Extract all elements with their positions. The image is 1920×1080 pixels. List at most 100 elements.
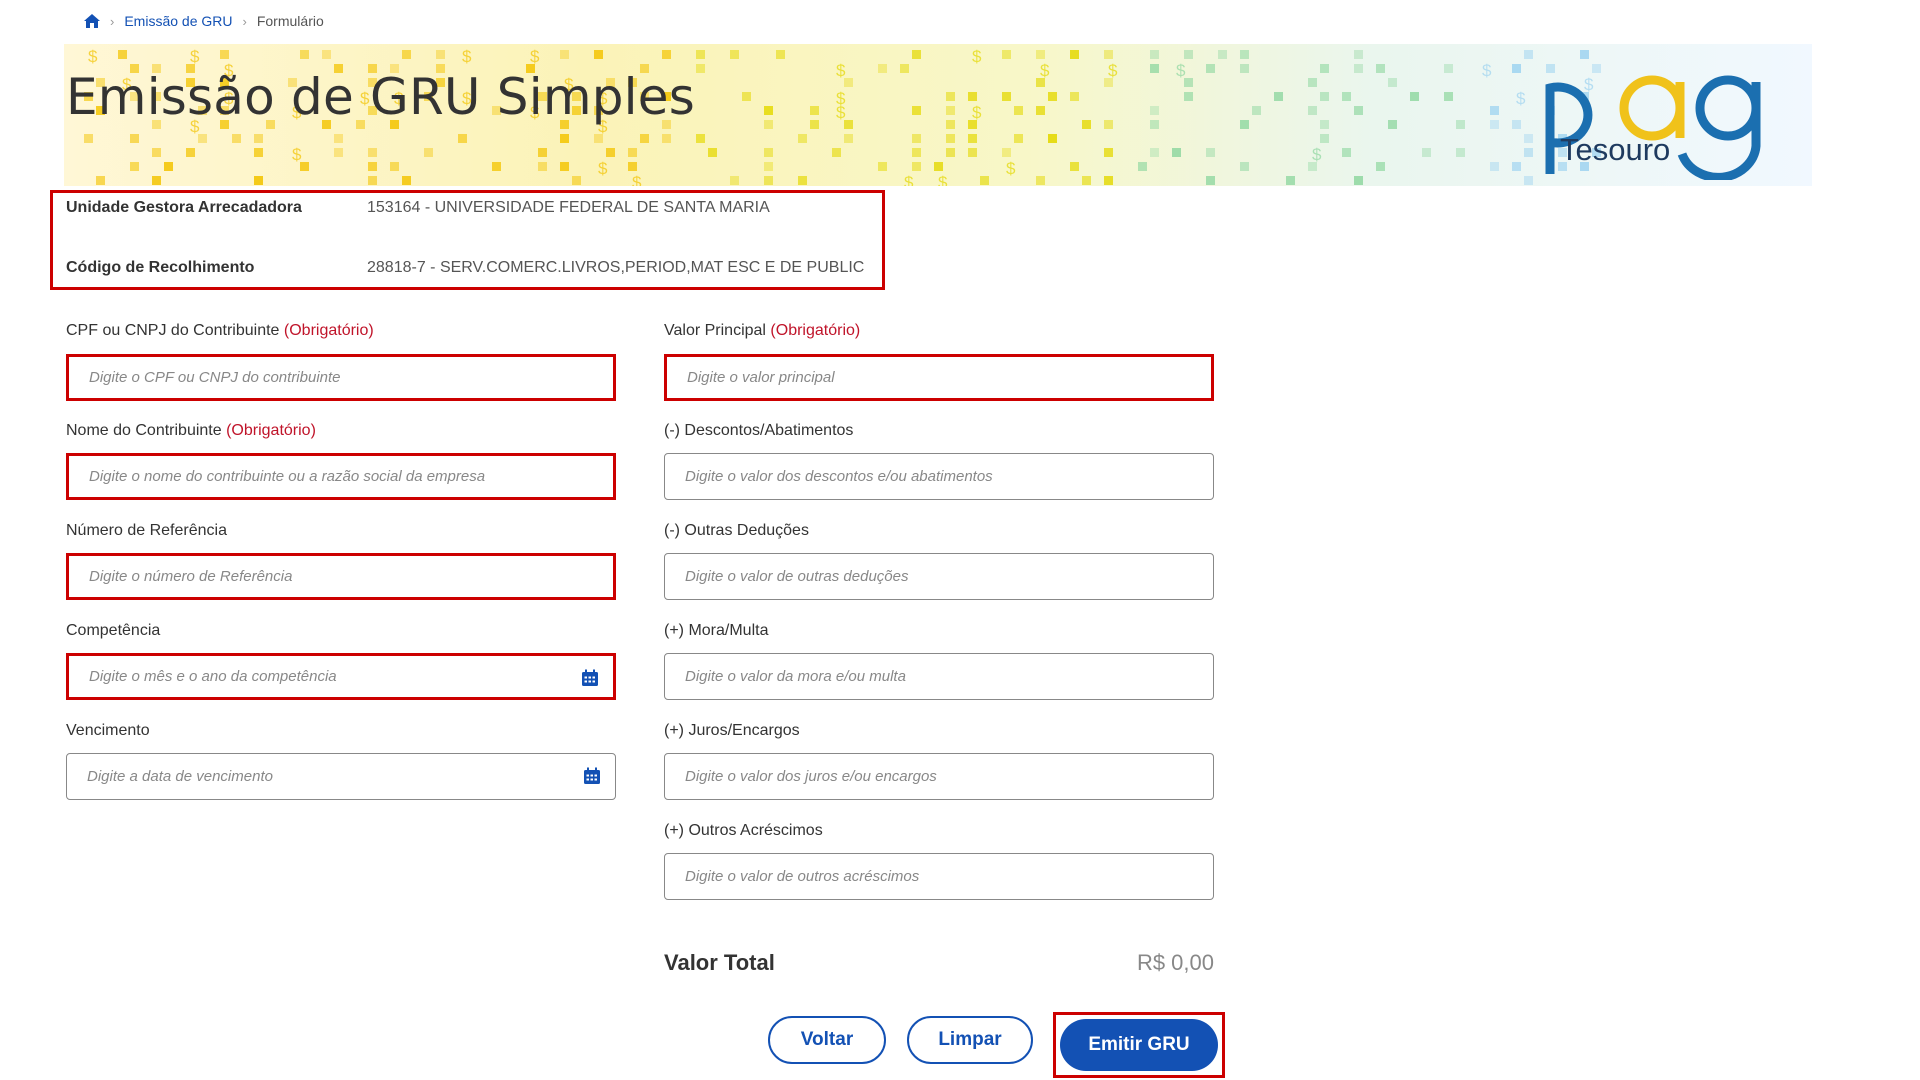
juros-encargos-input[interactable]: Digite o valor dos juros e/ou encargos xyxy=(664,753,1214,800)
banner-square xyxy=(1308,106,1317,115)
banner-square xyxy=(968,148,977,157)
breadcrumb-link-emissao[interactable]: Emissão de GRU xyxy=(124,13,232,29)
banner-square xyxy=(1320,120,1329,129)
nome-label: Nome do Contribuinte (Obrigatório) xyxy=(66,422,316,439)
banner-square xyxy=(946,120,955,129)
banner-square xyxy=(1104,148,1113,157)
banner-square xyxy=(1456,120,1465,129)
banner-square xyxy=(968,92,977,101)
banner-square xyxy=(798,134,807,143)
banner-square xyxy=(844,120,853,129)
calendar-icon[interactable] xyxy=(581,669,599,687)
banner-square xyxy=(1524,176,1533,185)
banner-square xyxy=(96,176,105,185)
page-title: Emissão de GRU Simples xyxy=(66,68,695,126)
outros-acrescimos-input[interactable]: Digite o valor de outros acréscimos xyxy=(664,853,1214,900)
numero-referencia-input[interactable]: Digite o número de Referência xyxy=(66,553,616,600)
banner-square xyxy=(900,64,909,73)
banner-square xyxy=(1490,120,1499,129)
banner-dollar-sign: $ xyxy=(1312,145,1322,164)
banner-square xyxy=(1184,92,1193,101)
banner-square xyxy=(832,148,841,157)
banner-dollar-sign: $ xyxy=(632,173,642,186)
valor-principal-label: Valor Principal (Obrigatório) xyxy=(664,322,861,339)
banner-square xyxy=(912,148,921,157)
juros-encargos-label: (+) Juros/Encargos xyxy=(664,722,800,739)
competencia-input[interactable]: Digite o mês e o ano da competência xyxy=(66,653,616,700)
calendar-icon[interactable] xyxy=(583,767,601,785)
banner-square xyxy=(662,134,671,143)
banner-square xyxy=(118,50,127,59)
banner-square xyxy=(844,134,853,143)
banner-square xyxy=(696,64,705,73)
banner-square xyxy=(368,162,377,171)
banner-square xyxy=(254,134,263,143)
banner-square xyxy=(1320,64,1329,73)
banner-square xyxy=(776,50,785,59)
mora-multa-input[interactable]: Digite o valor da mora e/ou multa xyxy=(664,653,1214,700)
banner-square xyxy=(1104,120,1113,129)
banner-square xyxy=(764,148,773,157)
banner-dollar-sign: $ xyxy=(1482,61,1492,80)
banner-square xyxy=(492,162,501,171)
banner-square xyxy=(1070,92,1079,101)
banner-square xyxy=(946,134,955,143)
banner-square xyxy=(84,134,93,143)
home-icon[interactable] xyxy=(84,14,100,28)
banner-square xyxy=(1376,64,1385,73)
banner-square xyxy=(764,106,773,115)
banner-dollar-sign: $ xyxy=(836,61,846,80)
banner-square xyxy=(946,92,955,101)
banner-square xyxy=(1342,148,1351,157)
banner-square xyxy=(254,176,263,185)
banner-square xyxy=(1456,148,1465,157)
voltar-button[interactable]: Voltar xyxy=(768,1016,886,1064)
banner-square xyxy=(152,148,161,157)
banner-square xyxy=(1138,162,1147,171)
banner-dollar-sign: $ xyxy=(972,47,982,66)
banner-square xyxy=(1342,92,1351,101)
banner-square xyxy=(368,176,377,185)
banner-dollar-sign: $ xyxy=(938,173,948,186)
descontos-input[interactable]: Digite o valor dos descontos e/ou abatim… xyxy=(664,453,1214,500)
nome-contribuinte-input[interactable]: Digite o nome do contribuinte ou a razão… xyxy=(66,453,616,500)
vencimento-input[interactable]: Digite a data de vencimento xyxy=(66,753,616,800)
banner-square xyxy=(798,176,807,185)
limpar-button[interactable]: Limpar xyxy=(907,1016,1033,1064)
banner-square xyxy=(1206,148,1215,157)
banner-dollar-sign: $ xyxy=(1516,89,1526,108)
banner-square xyxy=(424,148,433,157)
banner-square xyxy=(402,50,411,59)
banner-square xyxy=(458,134,467,143)
banner-square xyxy=(1320,92,1329,101)
breadcrumb-current: Formulário xyxy=(256,13,324,29)
banner-square xyxy=(742,92,751,101)
valor-principal-input[interactable]: Digite o valor principal xyxy=(664,354,1214,401)
banner-square xyxy=(1150,64,1159,73)
banner-square xyxy=(912,134,921,143)
banner-square xyxy=(1150,120,1159,129)
banner-square xyxy=(1240,50,1249,59)
banner-square xyxy=(1308,78,1317,87)
banner-square xyxy=(1286,176,1295,185)
banner-square xyxy=(1014,134,1023,143)
banner-square xyxy=(1354,64,1363,73)
banner-square xyxy=(878,162,887,171)
banner-square xyxy=(1410,92,1419,101)
valor-total-value: R$ 0,00 xyxy=(1136,950,1214,975)
banner-square xyxy=(1082,120,1091,129)
banner-dollar-sign: $ xyxy=(190,47,200,66)
cpf-cnpj-input[interactable]: Digite o CPF ou CNPJ do contribuinte xyxy=(66,354,616,401)
banner-square xyxy=(968,134,977,143)
banner-square xyxy=(232,134,241,143)
descontos-label: (-) Descontos/Abatimentos xyxy=(664,422,854,439)
referencia-label: Número de Referência xyxy=(66,522,227,539)
outras-deducoes-input[interactable]: Digite o valor de outras deduções xyxy=(664,553,1214,600)
banner-square xyxy=(912,50,921,59)
ug-value: 153164 - UNIVERSIDADE FEDERAL DE SANTA M… xyxy=(367,199,770,216)
emitir-gru-button[interactable]: Emitir GRU xyxy=(1060,1019,1218,1071)
banner-square xyxy=(1524,50,1533,59)
banner-square xyxy=(844,78,853,87)
banner-square xyxy=(1388,120,1397,129)
banner-square xyxy=(1512,120,1521,129)
